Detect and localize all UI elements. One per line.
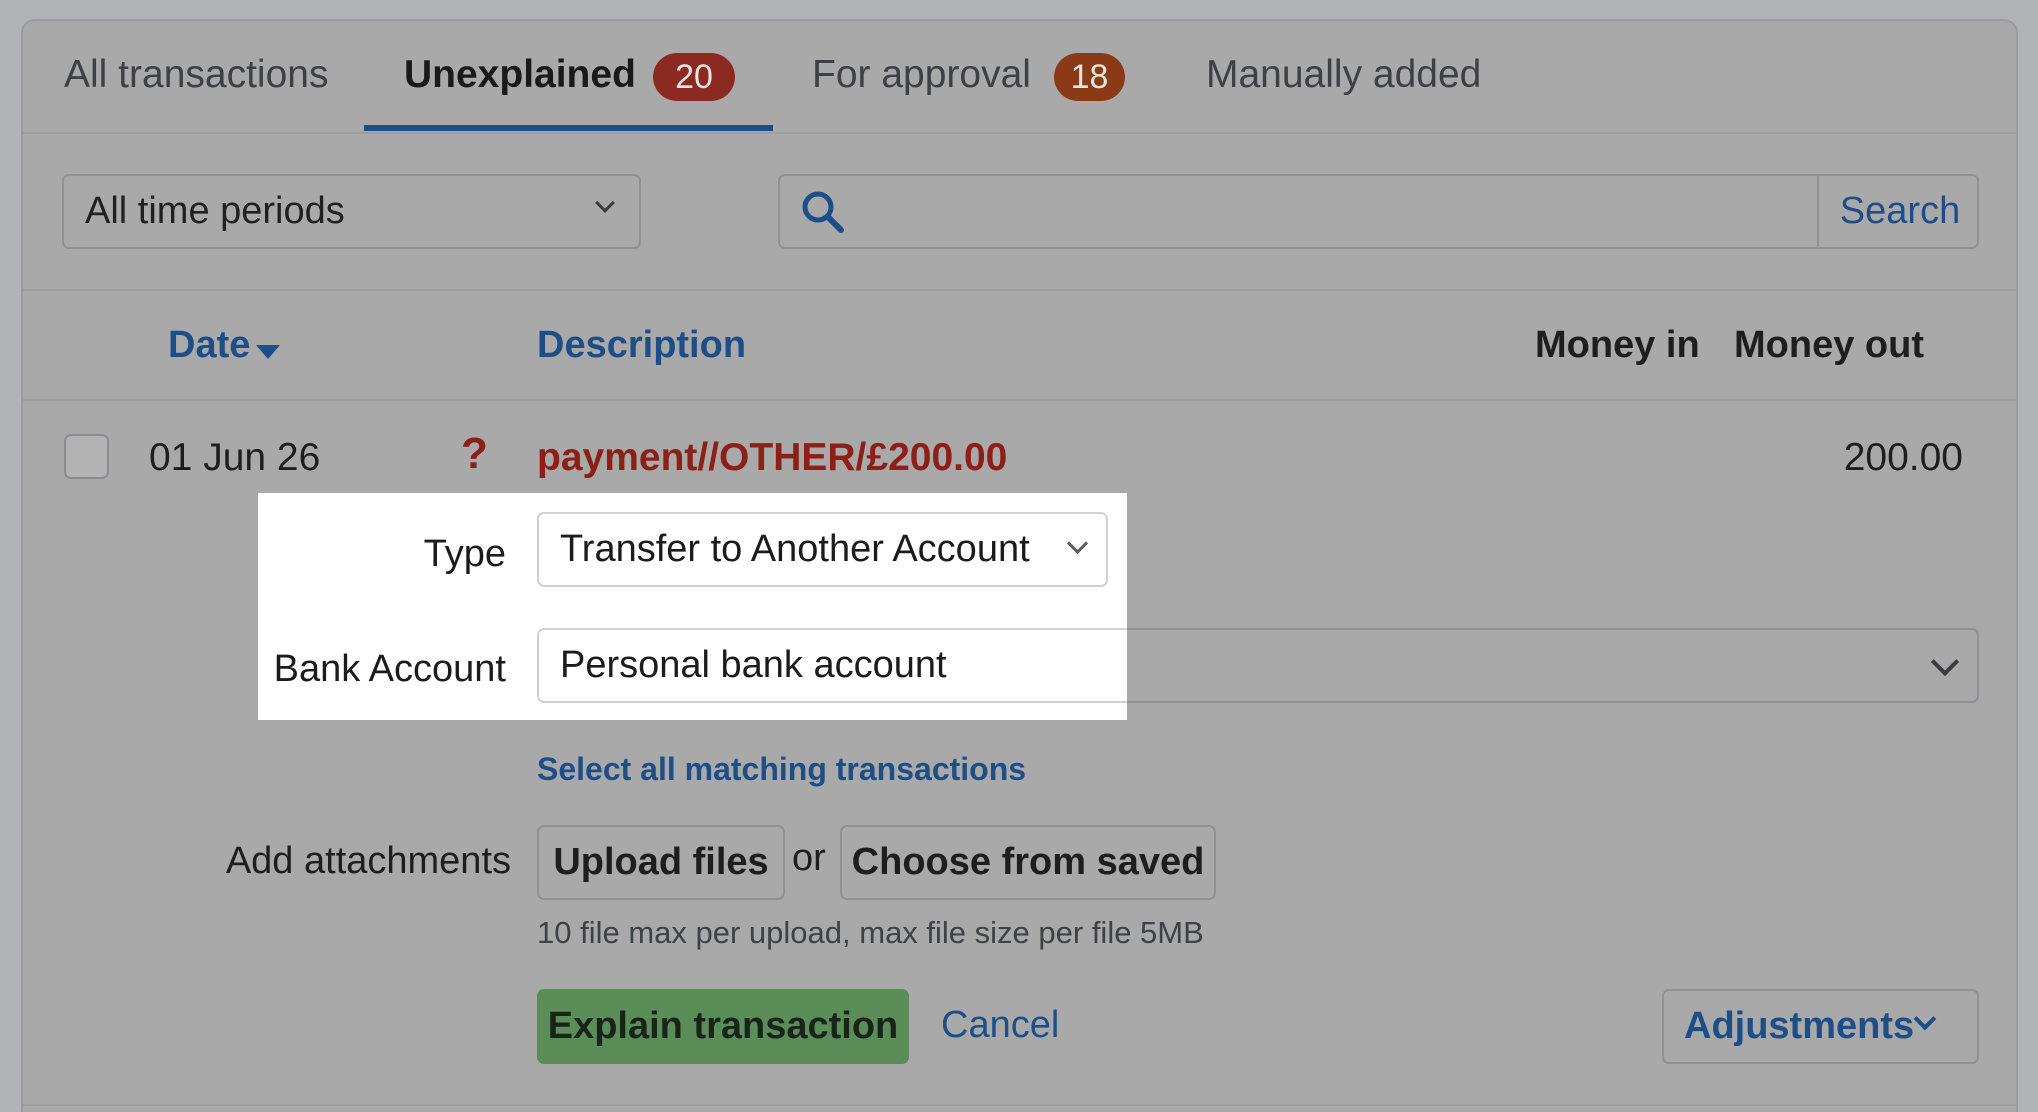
bank-account-label: Bank Account [273, 648, 506, 690]
or-text: or [792, 837, 826, 879]
bank-account-select[interactable]: Personal bank account [537, 628, 1127, 703]
time-period-select[interactable]: All time periods [62, 174, 641, 249]
active-tab-indicator [364, 125, 773, 131]
header-divider [23, 399, 2016, 401]
row-money-out: 200.00 [1843, 436, 1963, 479]
chevron-down-icon [595, 193, 615, 213]
unexplained-count-badge: 20 [653, 53, 735, 101]
adjustments-button[interactable]: Adjustments [1662, 989, 1979, 1064]
date-column-header[interactable]: Date [168, 321, 250, 369]
chevron-down-icon [1913, 1007, 1937, 1031]
type-value: Transfer to Another Account [560, 528, 1030, 570]
tabs-bar: All transactions Unexplained 20 For appr… [23, 21, 2016, 134]
bank-account-value: Personal bank account [560, 644, 947, 686]
type-label: Type [423, 533, 506, 575]
adjustments-label: Adjustments [1684, 1005, 1915, 1047]
cancel-link[interactable]: Cancel [941, 1001, 1059, 1049]
row-bottom-divider [23, 1104, 2016, 1106]
tab-all-transactions[interactable]: All transactions [64, 51, 328, 99]
sort-descending-icon [256, 345, 280, 359]
tab-manually-added[interactable]: Manually added [1206, 51, 1481, 99]
money-in-column-header: Money in [1535, 324, 1700, 366]
select-all-matching-link[interactable]: Select all matching transactions [537, 747, 1026, 791]
search-input[interactable] [860, 182, 1800, 240]
approval-count-badge: 18 [1054, 53, 1125, 101]
search-divider [1817, 176, 1819, 247]
time-period-value: All time periods [85, 190, 345, 232]
choose-from-saved-button[interactable]: Choose from saved [840, 825, 1216, 900]
tab-unexplained[interactable]: Unexplained [404, 51, 636, 99]
chevron-down-icon [1066, 532, 1089, 555]
type-select[interactable]: Transfer to Another Account [537, 512, 1108, 587]
search-icon [802, 191, 844, 233]
add-attachments-label: Add attachments [225, 840, 511, 882]
tab-for-approval[interactable]: For approval [812, 51, 1031, 99]
money-out-column-header: Money out [1734, 324, 1924, 366]
search-button[interactable]: Search [1821, 176, 1979, 247]
unexplained-question-icon: ? [461, 429, 488, 478]
row-description[interactable]: payment//OTHER/£200.00 [537, 434, 1007, 482]
row-checkbox[interactable] [64, 434, 109, 479]
file-upload-hint: 10 file max per upload, max file size pe… [537, 915, 1204, 950]
upload-files-button[interactable]: Upload files [537, 825, 785, 900]
search-box: Search [778, 174, 1979, 249]
filter-divider [23, 289, 2016, 291]
chevron-down-icon [1930, 647, 1960, 677]
highlight-spotlight: Type Transfer to Another Account Bank Ac… [258, 493, 1127, 720]
description-column-header[interactable]: Description [537, 321, 746, 369]
row-date: 01 Jun 26 [149, 436, 321, 479]
explain-transaction-button[interactable]: Explain transaction [537, 989, 909, 1064]
